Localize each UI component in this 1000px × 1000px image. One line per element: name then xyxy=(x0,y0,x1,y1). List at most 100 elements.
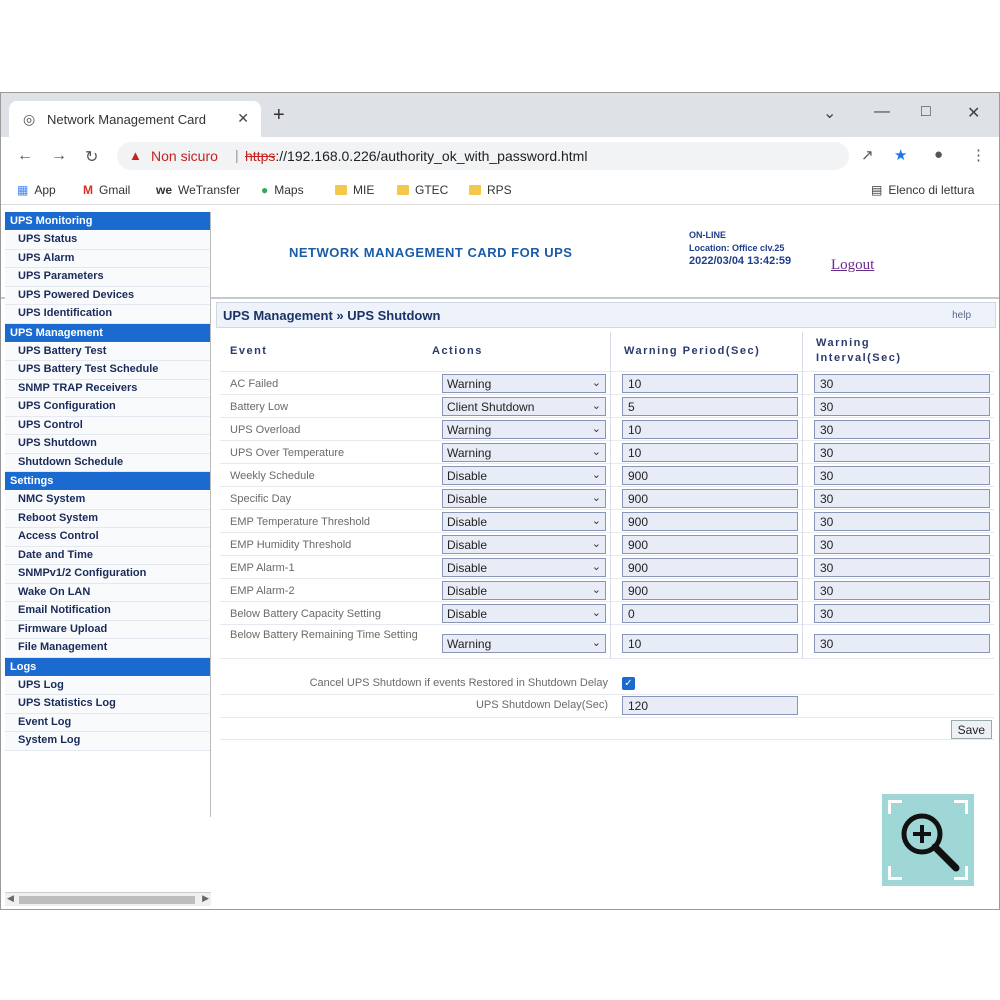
sidebar-item[interactable]: UPS Configuration xyxy=(5,398,210,417)
bookmark-rps[interactable]: RPS xyxy=(469,183,512,197)
warning-period-input[interactable]: 10 xyxy=(622,634,798,653)
action-select[interactable]: Disable ⌄ xyxy=(442,581,606,600)
tab-search-icon[interactable]: ⌄ xyxy=(823,103,836,123)
bookmark-app[interactable]: ▦ App xyxy=(17,183,56,197)
logout-link[interactable]: Logout xyxy=(831,257,874,274)
save-button[interactable]: Save xyxy=(950,720,992,739)
sidebar-item[interactable]: UPS Status xyxy=(5,231,210,250)
action-select[interactable]: Client Shutdown ⌄ xyxy=(442,397,606,416)
sidebar-item[interactable]: UPS Alarm xyxy=(5,249,210,268)
sidebar-item[interactable]: UPS Statistics Log xyxy=(5,695,210,714)
menu-icon[interactable]: ⋮ xyxy=(971,146,986,164)
sidebar-item[interactable]: Event Log xyxy=(5,713,210,732)
reading-list[interactable]: ▤ Elenco di lettura xyxy=(871,183,974,197)
profile-icon[interactable]: ● xyxy=(934,146,943,163)
sidebar-item[interactable]: System Log xyxy=(5,732,210,751)
sidebar-item[interactable]: UPS Control xyxy=(5,416,210,435)
new-tab-button[interactable]: + xyxy=(273,105,285,125)
action-select[interactable]: Warning ⌄ xyxy=(442,420,606,439)
warning-period-input[interactable]: 900 xyxy=(622,466,798,485)
sidebar-item[interactable]: UPS Parameters xyxy=(5,268,210,287)
help-link[interactable]: help xyxy=(952,310,971,321)
bookmark-mie[interactable]: MIE xyxy=(335,183,374,197)
scroll-left-icon[interactable]: ◀ xyxy=(7,893,14,904)
maximize-button[interactable]: □ xyxy=(921,103,931,121)
sidebar-item[interactable]: UPS Powered Devices xyxy=(5,286,210,305)
warning-interval-input[interactable]: 30 xyxy=(814,443,990,462)
warning-interval-input[interactable]: 30 xyxy=(814,374,990,393)
warning-period-input[interactable]: 0 xyxy=(622,604,798,623)
scroll-right-icon[interactable]: ▶ xyxy=(202,893,209,904)
sidebar-item[interactable]: UPS Battery Test xyxy=(5,342,210,361)
warning-interval-input[interactable]: 30 xyxy=(814,420,990,439)
warning-period-input[interactable]: 10 xyxy=(622,420,798,439)
bookmark-star-icon[interactable]: ★ xyxy=(894,146,907,164)
sidebar-item[interactable]: NMC System xyxy=(5,491,210,510)
sidebar-item[interactable]: Access Control xyxy=(5,528,210,547)
sidebar-item[interactable]: Email Notification xyxy=(5,602,210,621)
bookmark-wetransfer[interactable]: we WeTransfer xyxy=(156,183,240,197)
browser-tab[interactable]: ◎ Network Management Card ✕ xyxy=(9,101,261,137)
warning-period-input[interactable]: 900 xyxy=(622,512,798,531)
warning-interval-input[interactable]: 30 xyxy=(814,535,990,554)
warning-interval-input[interactable]: 30 xyxy=(814,489,990,508)
warning-period-input[interactable]: 900 xyxy=(622,581,798,600)
forward-icon[interactable]: → xyxy=(51,147,67,165)
sidebar-section-heading[interactable]: Settings xyxy=(5,472,210,490)
sidebar-item[interactable]: SNMP TRAP Receivers xyxy=(5,379,210,398)
close-window-button[interactable]: ✕ xyxy=(967,103,980,123)
zoom-overlay[interactable] xyxy=(882,794,974,886)
action-select[interactable]: Warning ⌄ xyxy=(442,374,606,393)
close-tab-icon[interactable]: ✕ xyxy=(237,110,249,127)
warning-period-input[interactable]: 900 xyxy=(622,489,798,508)
sidebar-item[interactable]: Date and Time xyxy=(5,546,210,565)
sidebar-item[interactable]: UPS Shutdown xyxy=(5,435,210,454)
warning-interval-input[interactable]: 30 xyxy=(814,512,990,531)
action-select[interactable]: Warning ⌄ xyxy=(442,634,606,653)
sidebar-item[interactable]: UPS Log xyxy=(5,676,210,695)
sidebar-item[interactable]: UPS Identification xyxy=(5,305,210,324)
action-select[interactable]: Disable ⌄ xyxy=(442,558,606,577)
bookmark-gmail[interactable]: M Gmail xyxy=(83,183,130,197)
sidebar-item[interactable]: Shutdown Schedule xyxy=(5,453,210,472)
sidebar-item[interactable]: File Management xyxy=(5,639,210,658)
action-select[interactable]: Disable ⌄ xyxy=(442,512,606,531)
warning-interval-input[interactable]: 30 xyxy=(814,558,990,577)
cancel-shutdown-checkbox[interactable]: ✓ xyxy=(622,677,635,690)
reload-icon[interactable]: ↻ xyxy=(85,147,98,167)
warning-period-input[interactable]: 900 xyxy=(622,535,798,554)
shutdown-delay-input[interactable]: 120 xyxy=(622,696,798,715)
warning-period-input[interactable]: 10 xyxy=(622,374,798,393)
sidebar-scrollbar[interactable]: ◀ ▶ xyxy=(5,892,211,906)
sidebar-item[interactable]: Reboot System xyxy=(5,509,210,528)
action-select[interactable]: Disable ⌄ xyxy=(442,535,606,554)
sidebar-item[interactable]: UPS Battery Test Schedule xyxy=(5,361,210,380)
action-select[interactable]: Disable ⌄ xyxy=(442,489,606,508)
minimize-button[interactable]: — xyxy=(874,103,890,121)
warning-interval-input[interactable]: 30 xyxy=(814,397,990,416)
address-bar[interactable]: ▲ Non sicuro | https://192.168.0.226/aut… xyxy=(117,142,849,170)
warning-interval-input[interactable]: 30 xyxy=(814,634,990,653)
sidebar-section-heading[interactable]: UPS Management xyxy=(5,323,210,342)
warning-period-input[interactable]: 900 xyxy=(622,558,798,577)
sidebar-item[interactable]: Firmware Upload xyxy=(5,620,210,639)
event-label: Battery Low xyxy=(230,401,289,413)
share-icon[interactable]: ↗ xyxy=(861,146,874,164)
column-divider xyxy=(610,332,611,659)
action-select[interactable]: Warning ⌄ xyxy=(442,443,606,462)
scrollbar-thumb[interactable] xyxy=(19,896,195,904)
sidebar-item[interactable]: Wake On LAN xyxy=(5,583,210,602)
sidebar-section-heading[interactable]: Logs xyxy=(5,657,210,676)
sidebar-section-heading[interactable]: UPS Monitoring xyxy=(5,212,210,230)
bookmark-maps[interactable]: ● Maps xyxy=(261,183,304,197)
bookmark-gtec[interactable]: GTEC xyxy=(397,183,448,197)
warning-interval-input[interactable]: 30 xyxy=(814,466,990,485)
sidebar-item[interactable]: SNMPv1/2 Configuration xyxy=(5,565,210,584)
back-icon[interactable]: ← xyxy=(17,147,33,165)
warning-interval-input[interactable]: 30 xyxy=(814,604,990,623)
warning-period-input[interactable]: 10 xyxy=(622,443,798,462)
warning-interval-input[interactable]: 30 xyxy=(814,581,990,600)
action-select[interactable]: Disable ⌄ xyxy=(442,466,606,485)
action-select[interactable]: Disable ⌄ xyxy=(442,604,606,623)
warning-period-input[interactable]: 5 xyxy=(622,397,798,416)
